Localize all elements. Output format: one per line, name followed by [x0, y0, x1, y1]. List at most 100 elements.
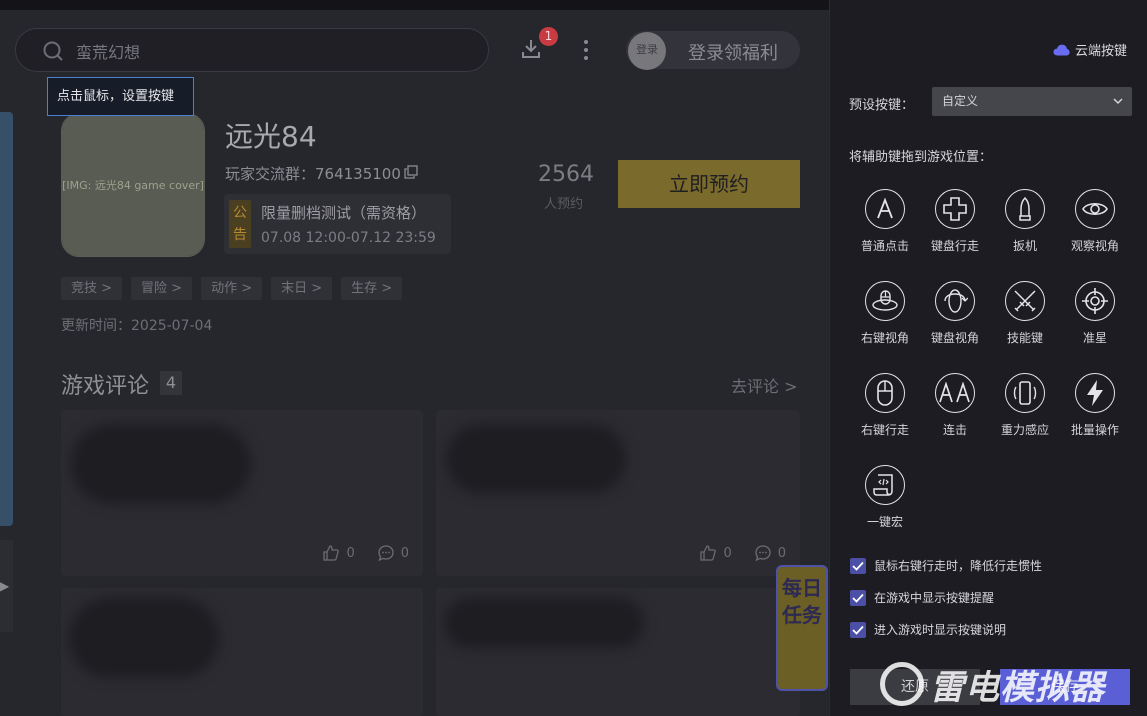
blurred-content [69, 598, 219, 678]
checkbox-checked[interactable] [850, 621, 866, 638]
comment-value: 0 [777, 545, 786, 561]
login-label: 登录领福利 [688, 43, 778, 64]
cloud-keys-label: 云端按键 [1074, 44, 1127, 59]
search-placeholder: 蛮荒幻想 [76, 43, 141, 62]
key-right-click-view[interactable]: 右键视角 [850, 281, 920, 353]
search-input[interactable]: 蛮荒幻想 [15, 28, 489, 72]
double-a-icon [935, 373, 975, 413]
comment-count[interactable]: 0 [754, 544, 786, 562]
comment-icon [755, 545, 771, 562]
key-batch[interactable]: 批量操作 [1060, 373, 1130, 445]
option-show-key-guide[interactable]: 进入游戏时显示按键说明 [850, 621, 1006, 638]
preset-label: 预设按键： [849, 98, 915, 113]
genre-tag[interactable]: 末日 > [271, 277, 333, 300]
watermark-text: 雷电模拟器 [930, 667, 1105, 708]
update-time: 更新时间：2025-07-04 [61, 318, 213, 334]
key-crosshair[interactable]: 准星 [1060, 281, 1130, 353]
download-badge: 1 [539, 27, 558, 46]
review-card[interactable]: 0 0 [436, 410, 800, 576]
review-card[interactable] [61, 588, 423, 716]
like-value: 0 [346, 545, 355, 561]
collapse-arrow-icon[interactable]: ▶ [0, 540, 13, 632]
key-right-click-walk[interactable]: 右键行走 [850, 373, 920, 445]
stage: 蛮荒幻想 1 登录 登录领福利 ▶ [IMG: 远光84 game cover]… [0, 0, 1147, 716]
notice-card[interactable]: 公告 限量删档测试（需资格） 07.08 12:00-07.12 23:59 [224, 194, 451, 254]
genre-tag[interactable]: 动作 > [201, 277, 263, 300]
cloud-icon [1053, 44, 1070, 55]
key-label: 普通点击 [860, 239, 909, 253]
review-stats: 0 0 [699, 544, 786, 562]
copy-icon[interactable] [404, 165, 418, 179]
key-label: 一键宏 [866, 515, 903, 529]
player-group: 玩家交流群：764135100 [225, 165, 401, 183]
preset-value: 自定义 [942, 94, 979, 108]
comment-count[interactable]: 0 [377, 544, 409, 562]
key-label: 右键视角 [860, 331, 909, 345]
option-label: 在游戏中显示按键提醒 [874, 591, 995, 605]
avatar: 登录 [628, 32, 666, 70]
lightning-icon [1075, 373, 1115, 413]
mouse-icon [865, 373, 905, 413]
key-gravity-sensor[interactable]: 重力感应 [990, 373, 1060, 445]
genre-tag[interactable]: 竞技 > [61, 277, 123, 300]
option-reduce-inertia[interactable]: 鼠标右键行走时，降低行走惯性 [850, 557, 1042, 574]
rotate-icon [935, 281, 975, 321]
key-mapping-panel: 云端按键 预设按键： 自定义 将辅助键拖到游戏位置： 普通点击 键盘行走 扳机 [829, 0, 1147, 716]
key-label: 准星 [1082, 331, 1107, 345]
key-normal-click[interactable]: 普通点击 [850, 189, 920, 261]
key-macro[interactable]: 一键宏 [850, 465, 920, 537]
bullet-icon [1005, 189, 1045, 229]
preset-select[interactable]: 自定义 [932, 87, 1132, 116]
thumbs-up-icon [700, 545, 717, 561]
letter-a-icon [865, 189, 905, 229]
option-label: 进入游戏时显示按键说明 [874, 623, 1007, 637]
set-key-tooltip: 点击鼠标，设置按键 [47, 77, 194, 116]
reserve-count-label: 人预约 [544, 197, 584, 212]
download-icon[interactable] [520, 38, 542, 60]
key-label: 连击 [942, 423, 967, 437]
dpad-icon [935, 189, 975, 229]
key-label: 重力感应 [1000, 423, 1049, 437]
search-icon [43, 41, 63, 61]
like-value: 0 [723, 545, 732, 561]
reserve-button[interactable]: 立即预约 [618, 160, 800, 208]
option-show-key-hint[interactable]: 在游戏中显示按键提醒 [850, 589, 994, 606]
key-keyboard-walk[interactable]: 键盘行走 [920, 189, 990, 261]
key-keyboard-view[interactable]: 键盘视角 [920, 281, 990, 353]
cover-placeholder: [IMG: 远光84 game cover] [62, 114, 204, 256]
cloud-keys-button[interactable]: 云端按键 [1053, 40, 1127, 59]
crossed-swords-icon [1005, 281, 1045, 321]
key-combo[interactable]: 连击 [920, 373, 990, 445]
genre-tag[interactable]: 冒险 > [131, 277, 193, 300]
like-count[interactable]: 0 [322, 544, 355, 562]
reviews-count: 4 [160, 371, 182, 395]
reserve-count: 2564 [538, 162, 594, 187]
key-label: 技能键 [1006, 331, 1043, 345]
checkbox-checked[interactable] [850, 557, 866, 574]
login-button[interactable]: 登录 登录领福利 [626, 31, 800, 70]
key-trigger[interactable]: 扳机 [990, 189, 1060, 261]
key-label: 批量操作 [1070, 423, 1119, 437]
review-card[interactable] [436, 588, 800, 716]
review-card[interactable]: 0 0 [61, 410, 423, 576]
check-icon [852, 593, 864, 603]
banner-edge [0, 112, 13, 526]
go-review-link[interactable]: 去评论 > [731, 373, 798, 397]
key-skill[interactable]: 技能键 [990, 281, 1060, 353]
more-vertical-icon[interactable] [580, 38, 592, 62]
key-observe-view[interactable]: 观察视角 [1060, 189, 1130, 261]
check-icon [852, 625, 864, 635]
phone-tilt-icon [1005, 373, 1045, 413]
genre-tags: 竞技 > 冒险 > 动作 > 末日 > 生存 > [61, 277, 403, 300]
game-title: 远光84 [225, 120, 317, 153]
reviews-title: 游戏评论 [61, 374, 150, 399]
drag-tip: 将辅助键拖到游戏位置： [849, 150, 993, 165]
blurred-content [444, 598, 644, 648]
genre-tag[interactable]: 生存 > [341, 277, 403, 300]
crosshair-icon [1075, 281, 1115, 321]
daily-task-button[interactable]: 每日任务 [776, 565, 828, 691]
option-label: 鼠标右键行走时，降低行走惯性 [874, 559, 1043, 573]
like-count[interactable]: 0 [699, 544, 732, 562]
notice-tag: 公告 [229, 200, 251, 248]
checkbox-checked[interactable] [850, 589, 866, 606]
